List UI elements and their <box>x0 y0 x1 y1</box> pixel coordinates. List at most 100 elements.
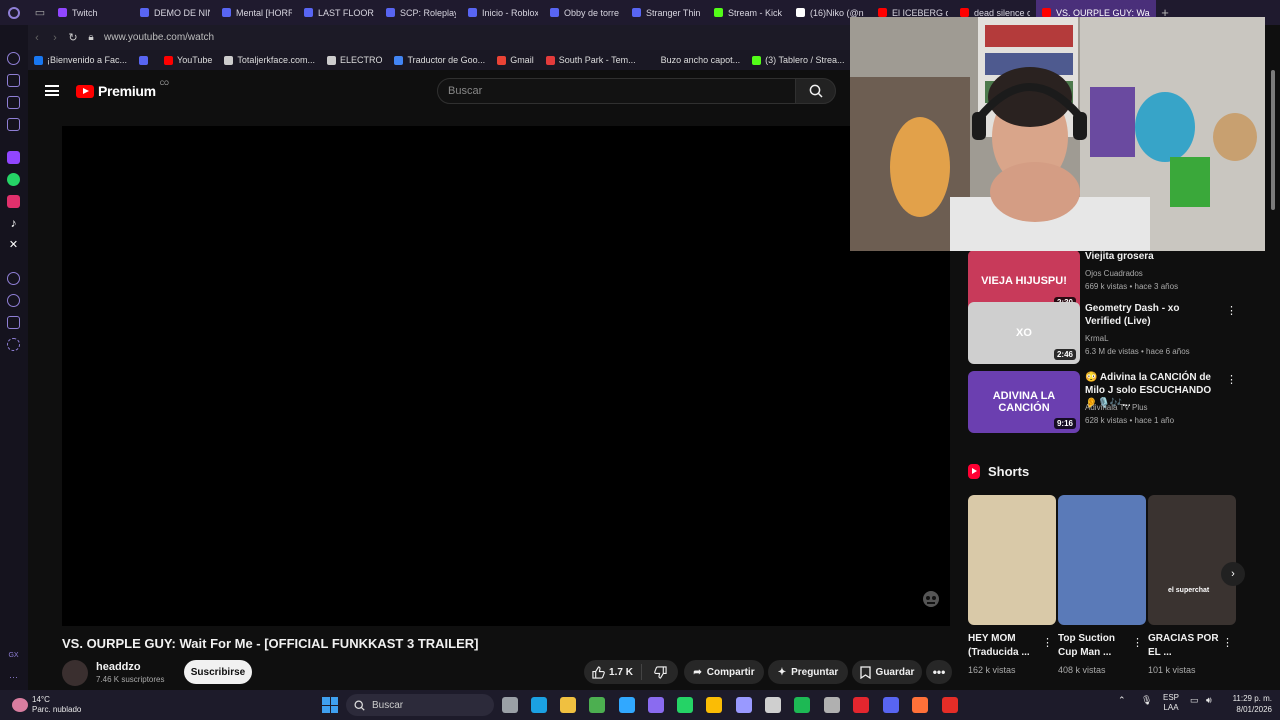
shorts-next-button[interactable]: › <box>1221 562 1245 586</box>
reload-icon[interactable]: ↻ <box>64 31 82 44</box>
bookmark-item[interactable]: Gmail <box>497 55 534 65</box>
recommended-video[interactable]: ADIVINA LA CANCIÓN 9:16 😳 Adivina la CANCI… <box>968 371 1238 433</box>
short-title[interactable]: GRACIAS POR EL ... <box>1148 632 1220 660</box>
bookmark-item[interactable]: Traductor de Goo... <box>394 55 485 65</box>
url-field[interactable]: www.youtube.com/watch <box>104 32 214 43</box>
sidebar-m-icon[interactable] <box>7 118 20 131</box>
microphone-icon[interactable]: 🎙︎ <box>1141 695 1152 706</box>
short-thumbnail[interactable]: el superchat <box>1148 495 1236 625</box>
video-channel[interactable]: Ojos Cuadrados <box>1085 269 1143 278</box>
photoshop-icon[interactable] <box>619 697 635 713</box>
bookmark-item[interactable] <box>139 55 152 65</box>
sidebar-extensions-icon[interactable] <box>7 316 20 329</box>
short-options-icon[interactable]: ⋮ <box>1222 636 1233 649</box>
ambient-mode-icon[interactable] <box>918 586 944 612</box>
video-title[interactable]: Geometry Dash - xo Verified (Live) <box>1085 302 1215 328</box>
video-channel[interactable]: KrmaL <box>1085 334 1109 343</box>
short-thumbnail[interactable] <box>1058 495 1146 625</box>
bookmark-item[interactable]: Buzo ancho capot... <box>647 55 740 65</box>
sidebar-whatsapp-icon[interactable] <box>7 173 20 186</box>
search-input[interactable]: Buscar <box>437 78 797 104</box>
edge-icon[interactable] <box>531 697 547 713</box>
sidebar-x-icon[interactable]: ✕ <box>7 239 20 252</box>
scrollbar[interactable] <box>1270 30 1276 215</box>
video-options-icon[interactable]: ⋮ <box>1226 373 1237 386</box>
sidebar-messenger-icon[interactable] <box>7 96 20 109</box>
spotify-icon[interactable] <box>794 697 810 713</box>
sidebar-more-icon[interactable]: ··· <box>7 671 20 684</box>
short-options-icon[interactable]: ⋮ <box>1042 636 1053 649</box>
bookmark-item[interactable]: (3) Tablero / Strea... <box>752 55 845 65</box>
store-icon[interactable] <box>765 697 781 713</box>
short-options-icon[interactable]: ⋮ <box>1132 636 1143 649</box>
browser-tab[interactable]: Inicio - Roblox <box>462 0 544 25</box>
browser-tab[interactable]: SCP: Roleplay <box>380 0 462 25</box>
channel-name[interactable]: headdzo <box>96 661 141 673</box>
tab-overview-icon[interactable]: ▭ <box>28 0 52 25</box>
short-thumbnail[interactable] <box>968 495 1056 625</box>
monitor-icon[interactable]: ▭ <box>1190 695 1199 706</box>
forward-icon[interactable]: › <box>46 32 64 44</box>
volume-icon[interactable]: 🔊︎ <box>1206 695 1212 706</box>
youtube-logo[interactable]: Premium CO <box>76 81 169 99</box>
like-button[interactable]: 1.7 K <box>584 664 642 680</box>
ask-button[interactable]: ✦ Preguntar <box>768 660 848 684</box>
search-button[interactable] <box>795 78 836 104</box>
whatsapp-icon[interactable] <box>677 697 693 713</box>
copilot-icon[interactable] <box>648 697 664 713</box>
video-options-icon[interactable]: ⋮ <box>1226 304 1237 317</box>
browser-tab[interactable]: Twitch <box>52 0 134 25</box>
sidebar-instagram-icon[interactable] <box>7 195 20 208</box>
browser-tab[interactable]: LAST FLOOR <box>298 0 380 25</box>
sidebar-ai-icon[interactable] <box>7 52 20 65</box>
browser-tab[interactable]: Mental [HORR <box>216 0 298 25</box>
tray-chevron-icon[interactable]: ⌃ <box>1118 695 1126 706</box>
chrome-icon[interactable] <box>706 697 722 713</box>
video-title[interactable]: Viejita grosera <box>1085 250 1215 263</box>
language-indicator[interactable]: ESP LAA <box>1163 693 1179 713</box>
video-channel[interactable]: Adivinala TV Plus <box>1085 403 1148 412</box>
premiere-icon[interactable] <box>736 697 752 713</box>
sidebar-bag-icon[interactable] <box>7 74 20 87</box>
browser-tab[interactable]: DEMO DE NIN <box>134 0 216 25</box>
windows-start-icon[interactable] <box>322 697 338 713</box>
lock-icon[interactable]: 🔒︎ <box>82 32 100 43</box>
file-explorer-icon[interactable] <box>560 697 576 713</box>
sidebar-gx-icon[interactable]: GX <box>7 649 20 662</box>
taskbar-search[interactable]: Buscar <box>346 694 494 716</box>
video-player[interactable] <box>62 126 950 626</box>
weather-widget[interactable]: 14°C Parc. nublado <box>12 695 81 715</box>
bookmark-item[interactable]: Totaljerkface.com... <box>224 55 315 65</box>
more-actions-button[interactable]: ••• <box>926 660 952 684</box>
sidebar-clock-icon[interactable] <box>7 294 20 307</box>
bookmark-item[interactable]: ¡Bienvenido a Fac... <box>34 55 127 65</box>
bookmark-item[interactable]: South Park - Tem... <box>545 55 636 65</box>
discord-icon[interactable] <box>883 697 899 713</box>
firefox-icon[interactable] <box>912 697 928 713</box>
bookmark-item[interactable]: ELECTRO <box>326 55 382 65</box>
task-view-icon[interactable] <box>502 697 518 713</box>
short-title[interactable]: HEY MOM (Traducida ... <box>968 632 1040 660</box>
sidebar-history-icon[interactable] <box>7 272 20 285</box>
minecraft-icon[interactable] <box>589 697 605 713</box>
short-title[interactable]: Top Suction Cup Man ... <box>1058 632 1130 660</box>
browser-tab[interactable]: Obby de torre <box>544 0 626 25</box>
sidebar-settings-icon[interactable] <box>7 338 20 351</box>
browser-tab[interactable]: Stranger Thin <box>626 0 708 25</box>
bookmark-item[interactable]: YouTube <box>164 55 212 65</box>
opera-icon[interactable] <box>853 697 869 713</box>
share-button[interactable]: ➦ Compartir <box>684 660 764 684</box>
media-app-icon[interactable] <box>942 697 958 713</box>
sidebar-tiktok-icon[interactable]: ♪ <box>7 217 20 230</box>
recommended-video[interactable]: XO 2:46 Geometry Dash - xo Verified (Live)… <box>968 302 1238 364</box>
browser-tab[interactable]: Stream - Kick <box>708 0 790 25</box>
save-button[interactable]: Guardar <box>852 660 922 684</box>
channel-avatar[interactable] <box>62 660 88 686</box>
opera-menu-icon[interactable] <box>0 0 28 25</box>
video-thumbnail[interactable]: ADIVINA LA CANCIÓN 9:16 <box>968 371 1080 433</box>
sidebar-twitch-icon[interactable] <box>7 151 20 164</box>
subscribe-button[interactable]: Suscribirse <box>184 660 252 684</box>
clock[interactable]: 11:29 p. m. 8/01/2026 <box>1222 693 1272 715</box>
dislike-button[interactable] <box>642 665 678 679</box>
back-icon[interactable]: ‹ <box>28 32 46 44</box>
